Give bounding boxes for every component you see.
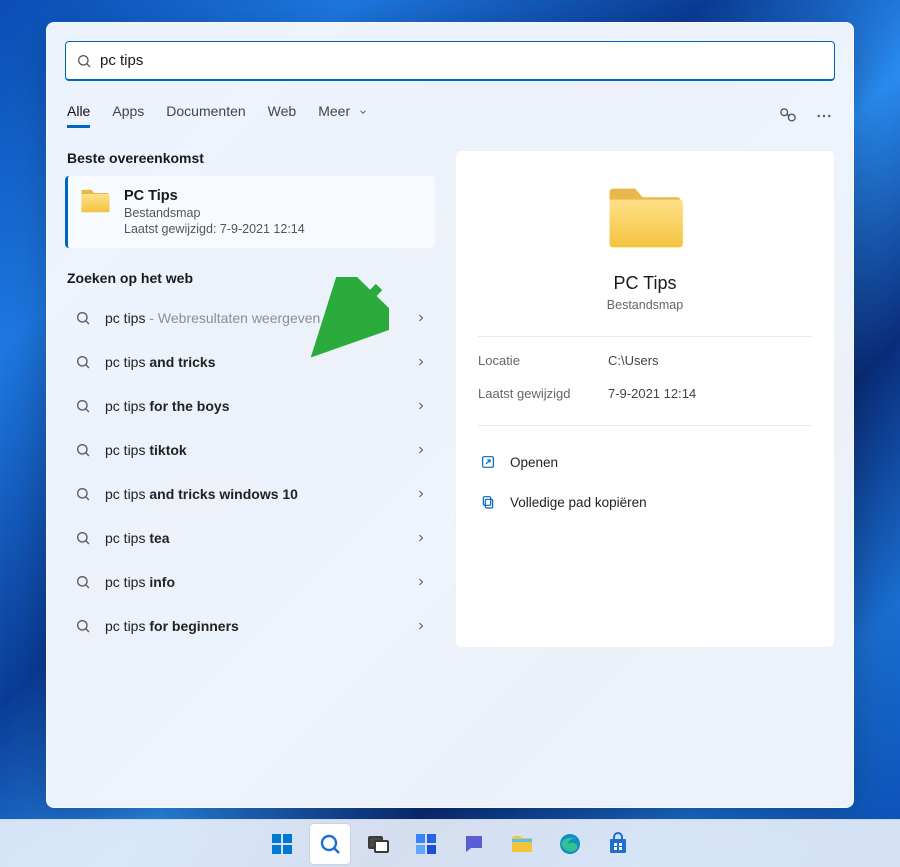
- chevron-down-icon: [358, 107, 368, 117]
- web-result-text: pc tips - Webresultaten weergeven: [105, 310, 401, 326]
- web-result-item[interactable]: pc tips and tricks windows 10: [65, 472, 435, 516]
- edge-button[interactable]: [550, 824, 590, 864]
- search-icon: [75, 442, 91, 458]
- web-result-item[interactable]: pc tips - Webresultaten weergeven: [65, 296, 435, 340]
- folder-icon: [80, 188, 110, 214]
- best-match-heading: Beste overeenkomst: [67, 150, 433, 166]
- task-view-button[interactable]: [358, 824, 398, 864]
- start-button[interactable]: [262, 824, 302, 864]
- tab-apps[interactable]: Apps: [112, 103, 144, 128]
- search-icon: [75, 310, 91, 326]
- search-input[interactable]: [100, 52, 824, 69]
- folder-large-icon: [605, 185, 685, 251]
- taskbar: [0, 819, 900, 867]
- best-match-type: Bestandsmap: [124, 206, 305, 220]
- preview-subtitle: Bestandsmap: [478, 298, 812, 312]
- chevron-right-icon: [415, 444, 427, 456]
- modified-label: Laatst gewijzigd: [478, 386, 608, 401]
- chevron-right-icon: [415, 576, 427, 588]
- preview-pane: PC Tips Bestandsmap Locatie C:\Users Laa…: [455, 150, 835, 648]
- web-result-text: pc tips tea: [105, 530, 401, 546]
- best-match-card[interactable]: PC Tips Bestandsmap Laatst gewijzigd: 7-…: [65, 176, 435, 248]
- web-result-text: pc tips info: [105, 574, 401, 590]
- web-result-item[interactable]: pc tips for the boys: [65, 384, 435, 428]
- tab-more[interactable]: Meer: [318, 103, 368, 128]
- search-scope-icon[interactable]: [779, 107, 797, 125]
- web-result-text: pc tips and tricks windows 10: [105, 486, 401, 502]
- tab-all[interactable]: Alle: [67, 103, 90, 128]
- search-icon: [76, 53, 92, 69]
- web-result-text: pc tips and tricks: [105, 354, 401, 370]
- modified-value: 7-9-2021 12:14: [608, 386, 812, 401]
- store-button[interactable]: [598, 824, 638, 864]
- web-search-heading: Zoeken op het web: [67, 270, 433, 286]
- web-result-item[interactable]: pc tips tea: [65, 516, 435, 560]
- chevron-right-icon: [415, 356, 427, 368]
- search-icon: [75, 486, 91, 502]
- chevron-right-icon: [415, 312, 427, 324]
- open-action[interactable]: Openen: [478, 442, 812, 482]
- search-icon: [75, 530, 91, 546]
- chevron-right-icon: [415, 532, 427, 544]
- explorer-button[interactable]: [502, 824, 542, 864]
- results-column: Beste overeenkomst PC Tips Bestandsmap L…: [65, 150, 435, 648]
- search-icon: [75, 618, 91, 634]
- web-result-text: pc tips for beginners: [105, 618, 401, 634]
- location-value: C:\Users: [608, 353, 812, 368]
- copy-icon: [480, 494, 496, 510]
- search-icon: [75, 398, 91, 414]
- open-icon: [480, 454, 496, 470]
- web-result-item[interactable]: pc tips tiktok: [65, 428, 435, 472]
- tabs-row: Alle Apps Documenten Web Meer: [65, 103, 835, 128]
- chevron-right-icon: [415, 620, 427, 632]
- web-result-item[interactable]: pc tips and tricks: [65, 340, 435, 384]
- tab-documents[interactable]: Documenten: [166, 103, 245, 128]
- search-icon: [75, 354, 91, 370]
- widgets-button[interactable]: [406, 824, 446, 864]
- best-match-modified: Laatst gewijzigd: 7-9-2021 12:14: [124, 222, 305, 236]
- taskbar-search-button[interactable]: [310, 824, 350, 864]
- search-bar[interactable]: [65, 41, 835, 81]
- location-label: Locatie: [478, 353, 608, 368]
- search-panel: Alle Apps Documenten Web Meer Beste over…: [46, 22, 854, 808]
- tab-web[interactable]: Web: [268, 103, 297, 128]
- more-options-icon[interactable]: [815, 107, 833, 125]
- search-icon: [75, 574, 91, 590]
- chevron-right-icon: [415, 400, 427, 412]
- preview-title: PC Tips: [478, 273, 812, 294]
- web-result-text: pc tips for the boys: [105, 398, 401, 414]
- copy-path-action[interactable]: Volledige pad kopiëren: [478, 482, 812, 522]
- chevron-right-icon: [415, 488, 427, 500]
- web-result-text: pc tips tiktok: [105, 442, 401, 458]
- chat-button[interactable]: [454, 824, 494, 864]
- web-result-item[interactable]: pc tips info: [65, 560, 435, 604]
- best-match-title: PC Tips: [124, 188, 305, 204]
- web-result-item[interactable]: pc tips for beginners: [65, 604, 435, 648]
